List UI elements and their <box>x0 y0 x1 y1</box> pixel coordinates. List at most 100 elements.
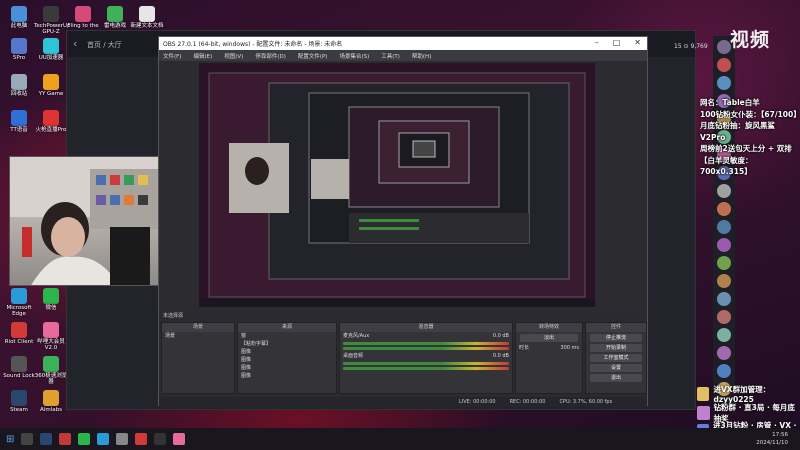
source-item[interactable]: 【粘粉字幕】 <box>238 340 336 348</box>
viewer-avatar[interactable] <box>717 346 731 360</box>
obs-icon[interactable] <box>154 433 167 445</box>
desktop-icon[interactable]: Aimlabs <box>34 390 68 413</box>
desktop-icon[interactable]: Steam <box>2 390 36 413</box>
bilibili-icon[interactable] <box>173 433 186 445</box>
user-avatar-icon <box>697 406 710 420</box>
desktop-icon[interactable]: TT语音 <box>2 110 36 133</box>
desktop-icon[interactable]: 雷电游戏 <box>98 6 132 29</box>
app-icon[interactable] <box>59 433 72 445</box>
source-item[interactable]: 窗 <box>238 332 336 340</box>
menu-item[interactable]: 工具(T) <box>381 52 400 60</box>
audio-meter <box>343 342 509 345</box>
desktop-icon[interactable]: 此电脑 <box>2 6 36 29</box>
source-item[interactable]: 图像 <box>238 364 336 372</box>
desktop-icon-label: 此电脑 <box>10 23 28 29</box>
viewer-avatar[interactable] <box>717 40 731 54</box>
overlay-line: 周榜前2送包天上分 + 双排 <box>700 144 792 153</box>
desktop-icon[interactable]: YY Game <box>34 74 68 97</box>
menu-item[interactable]: 场景集合(S) <box>339 52 369 60</box>
desktop-icon-label: TechPowerUp GPU-Z <box>34 23 71 36</box>
viewer-avatar[interactable] <box>717 256 731 270</box>
obs-preview[interactable] <box>199 63 595 307</box>
app-icon <box>11 38 27 54</box>
transition-select[interactable]: 淡出 <box>520 334 578 342</box>
menu-item[interactable]: 停靠部件(D) <box>255 52 286 60</box>
stop-streaming-button[interactable]: 停止推流 <box>590 334 642 342</box>
app-icon <box>11 390 27 406</box>
source-item[interactable]: 图像 <box>238 356 336 364</box>
viewer-avatar[interactable] <box>717 76 731 90</box>
stream-overlay: 网名：Table白羊 100钻粉女仆装：【67/100】 月底钻粉抽：旋风黑鲨V… <box>700 97 800 178</box>
viewer-avatar[interactable] <box>717 292 731 306</box>
scenes-dock-title: 场景 <box>162 323 234 332</box>
desktop-icon[interactable]: UU加速器 <box>34 38 68 61</box>
riot-icon[interactable] <box>135 433 148 445</box>
start-recording-button[interactable]: 开始录制 <box>590 344 642 352</box>
desktop-icon[interactable]: 哔哩大会员V2.0 <box>34 322 68 352</box>
app-icon <box>43 6 59 22</box>
viewer-avatar[interactable] <box>717 310 731 324</box>
app-icon <box>11 110 27 126</box>
menu-item[interactable]: 编辑(E) <box>193 52 212 60</box>
scene-item[interactable]: 场景 <box>162 332 234 340</box>
desktop-icon[interactable]: 新建文本文档 <box>130 6 164 29</box>
obs-menu-bar: 文件(F) 编辑(E) 视图(V) 停靠部件(D) 配置文件(P) 场景集合(S) 工具(T… <box>159 50 647 61</box>
duration-field[interactable]: 时长 300 ms <box>516 344 582 352</box>
settings-button[interactable]: 设置 <box>590 364 642 372</box>
source-item[interactable]: 图像 <box>238 348 336 356</box>
maximize-icon[interactable]: □ <box>613 38 621 47</box>
desktop-icon[interactable]: Fling to the <box>66 6 100 29</box>
desktop-icon[interactable]: 5Pro <box>2 38 36 61</box>
menu-item[interactable]: 文件(F) <box>163 52 181 60</box>
desktop-icon[interactable]: 火枪直播Pro <box>34 110 68 133</box>
viewer-avatar[interactable] <box>717 274 731 288</box>
viewer-avatar[interactable] <box>717 364 731 378</box>
desktop-icon[interactable]: Riot Client <box>2 322 36 345</box>
app-icon <box>43 390 59 406</box>
minimize-icon[interactable]: – <box>595 38 599 47</box>
viewer-avatar[interactable] <box>717 202 731 216</box>
desktop-icon[interactable]: 微信 <box>34 288 68 311</box>
desktop-icon[interactable]: TechPowerUp GPU-Z <box>34 6 71 36</box>
desktop-icon[interactable]: Microsoft Edge <box>2 288 36 318</box>
studio-mode-button[interactable]: 工作室模式 <box>590 354 642 362</box>
desktop-icon[interactable]: 回收站 <box>2 74 36 97</box>
obs-title-bar: OBS 27.0.1 (64-bit, windows) - 配置文件: 未命名… <box>159 37 647 50</box>
search-icon[interactable] <box>21 433 34 445</box>
overlay-line: 【白羊灵敏度：700x0.315】 <box>700 155 753 177</box>
app-icon <box>43 288 59 304</box>
mixer-track-name: 麦克风/Aux 0.0 dB <box>343 333 509 339</box>
viewer-avatar[interactable] <box>717 58 731 72</box>
obs-title: OBS 27.0.1 (64-bit, windows) - 配置文件: 未命名… <box>163 41 343 48</box>
desktop-icon[interactable]: Sound Lock <box>2 356 36 379</box>
wechat-icon[interactable] <box>78 433 91 445</box>
windows-start-icon[interactable]: ⊞ <box>6 434 14 445</box>
app-icon <box>43 74 59 90</box>
app-icon <box>107 6 123 22</box>
exit-button[interactable]: 退出 <box>590 374 642 382</box>
viewer-avatar[interactable] <box>717 328 731 342</box>
sources-dock-title: 来源 <box>238 323 336 332</box>
desktop-icon[interactable]: 360极速浏览器 <box>34 356 68 386</box>
overlay-line: 网名：Table白羊 <box>700 98 760 107</box>
controls-dock-title: 控件 <box>586 323 646 332</box>
desktop-icon-label: Fling to the <box>67 23 99 29</box>
menu-item[interactable]: 视图(V) <box>224 52 243 60</box>
live-timer: LIVE: 00:00:00 <box>459 399 496 405</box>
preview-recursion <box>199 63 595 307</box>
viewer-avatar[interactable] <box>717 238 731 252</box>
desktop-icon-label: Microsoft Edge <box>6 305 32 318</box>
steam-icon[interactable] <box>40 433 53 445</box>
system-clock: 17:56 2024/11/10 <box>756 432 788 446</box>
folder-icon[interactable] <box>116 433 129 445</box>
menu-item[interactable]: 配置文件(P) <box>298 52 328 60</box>
viewer-avatar[interactable] <box>717 184 731 198</box>
source-item[interactable]: 图像 <box>238 372 336 380</box>
menu-item[interactable]: 帮助(H) <box>412 52 431 60</box>
viewer-avatar[interactable] <box>717 220 731 234</box>
obs-docks: 未选择源 场景 场景 来源 窗 【粘粉字幕】 图像 图像 图像 图像 混音器 麦… <box>159 311 647 407</box>
app-icon <box>43 356 59 372</box>
chevron-left-icon[interactable]: ‹ <box>73 37 77 50</box>
edge-icon[interactable] <box>97 433 110 445</box>
close-icon[interactable]: ✕ <box>634 38 641 47</box>
